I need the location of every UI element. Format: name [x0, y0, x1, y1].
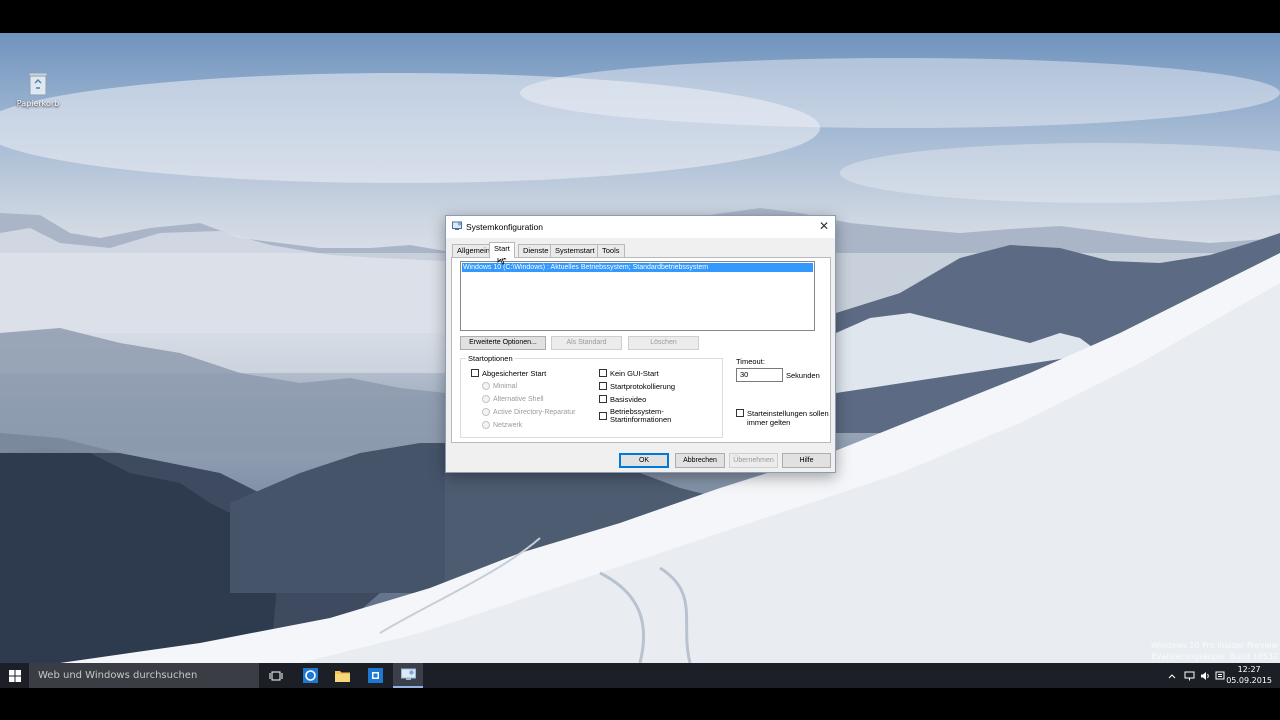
file-explorer-icon [334, 671, 350, 682]
recycle-bin-label: Papierkorb [16, 99, 60, 108]
startoptions-group: Startoptionen Abgesicherter Start Minima… [460, 354, 723, 438]
os-boot-info-label: Betriebssystem- Startinformationen [610, 408, 671, 424]
boot-log-checkbox[interactable]: Startprotokollierung [599, 382, 675, 391]
ok-button[interactable]: OK [619, 453, 669, 468]
tray-chevron[interactable] [1166, 663, 1178, 688]
minimal-label: Minimal [493, 382, 518, 390]
watermark-line2: Evaluierungskopie. Build 10532 [1151, 652, 1278, 661]
no-gui-boot-label: Kein GUI-Start [610, 369, 659, 378]
help-button[interactable]: Hilfe [782, 453, 831, 468]
task-view-icon [269, 671, 283, 680]
taskbar-store[interactable] [362, 663, 388, 688]
make-permanent-label: Starteinstellungen sollen immer gelten [747, 409, 829, 427]
radio-dot[interactable] [482, 382, 490, 390]
checkbox-box[interactable] [736, 409, 744, 417]
radio-dot[interactable] [482, 395, 490, 403]
dialog-body: Allgemein Start Dienste Systemstart Tool… [446, 238, 835, 472]
make-permanent-line2: immer gelten [747, 418, 791, 427]
build-watermark: Windows 10 Pro Insider Preview Evaluieru… [1151, 640, 1278, 662]
tab-dienste[interactable]: Dienste [518, 244, 554, 257]
recycle-bin-shortcut[interactable]: Papierkorb [16, 71, 60, 108]
startoptions-label: Startoptionen [466, 354, 515, 363]
taskbar-file-explorer[interactable] [329, 663, 355, 688]
start-button[interactable] [0, 663, 29, 688]
store-icon [367, 668, 383, 683]
os-list[interactable]: Windows 10 (C:\Windows) : Aktuelles Betr… [460, 261, 815, 331]
make-permanent-checkbox[interactable]: Starteinstellungen sollen immer gelten [736, 409, 829, 427]
os-boot-info-line2: Startinformationen [610, 415, 672, 424]
taskbar-edge[interactable] [297, 663, 323, 688]
set-default-button[interactable]: Als Standard [551, 336, 622, 350]
os-list-item-selected[interactable]: Windows 10 (C:\Windows) : Aktuelles Betr… [462, 263, 813, 272]
start-tab-panel: Windows 10 (C:\Windows) : Aktuelles Betr… [451, 257, 831, 443]
system-configuration-dialog: Systemkonfiguration ✕ Allgemein Start Di… [445, 215, 836, 473]
network-label: Netzwerk [493, 421, 523, 429]
checkbox-box[interactable] [599, 395, 607, 403]
tab-start[interactable]: Start [489, 242, 515, 258]
checkbox-box[interactable] [599, 382, 607, 390]
ad-repair-radio[interactable]: Active Directory-Reparatur [482, 408, 575, 416]
checkbox-box[interactable] [599, 369, 607, 377]
base-video-checkbox[interactable]: Basisvideo [599, 395, 646, 404]
clock-time: 12:27 [1237, 665, 1261, 674]
msconfig-icon [400, 668, 416, 680]
network-icon [1184, 671, 1194, 680]
dialog-titlebar[interactable]: Systemkonfiguration ✕ [446, 216, 835, 238]
taskbar-msconfig-active[interactable] [393, 663, 423, 688]
checkbox-box[interactable] [471, 369, 479, 377]
delete-button[interactable]: Löschen [628, 336, 699, 350]
safe-boot-checkbox[interactable]: Abgesicherter Start [471, 369, 546, 378]
radio-dot[interactable] [482, 421, 490, 429]
close-button[interactable]: ✕ [813, 216, 835, 236]
action-center-icon [1215, 671, 1225, 679]
tab-tools[interactable]: Tools [597, 244, 625, 257]
network-radio[interactable]: Netzwerk [482, 421, 522, 429]
windows-start-icon [8, 669, 21, 682]
clock-date: 05.09.2015 [1226, 676, 1272, 685]
base-video-label: Basisvideo [610, 395, 647, 404]
apply-button[interactable]: Übernehmen [729, 453, 778, 468]
recycle-bin-icon [28, 72, 48, 96]
alternative-shell-radio[interactable]: Alternative Shell [482, 395, 544, 403]
minimal-radio[interactable]: Minimal [482, 382, 517, 390]
screen: Papierkorb Windows 10 Pro Insider Previe… [0, 0, 1280, 720]
timeout-unit-label: Sekunden [786, 371, 820, 380]
chevron-up-icon [1168, 673, 1176, 678]
msconfig-app-icon [452, 221, 462, 230]
tab-systemstart[interactable]: Systemstart [550, 244, 600, 257]
tray-volume[interactable] [1198, 663, 1212, 688]
cancel-button[interactable]: Abbrechen [675, 453, 725, 468]
volume-icon [1200, 671, 1209, 680]
advanced-options-button[interactable]: Erweiterte Optionen... [460, 336, 546, 350]
tray-action-center[interactable] [1213, 663, 1227, 688]
no-gui-boot-checkbox[interactable]: Kein GUI-Start [599, 369, 659, 378]
alternative-shell-label: Alternative Shell [493, 395, 544, 403]
taskbar-search-box[interactable]: Web und Windows durchsuchen [29, 663, 259, 688]
watermark-line1: Windows 10 Pro Insider Preview [1150, 641, 1278, 650]
taskbar-clock[interactable]: 12:27 05.09.2015 [1226, 664, 1272, 686]
edge-icon [302, 668, 318, 683]
safe-boot-label: Abgesicherter Start [482, 369, 547, 378]
os-boot-info-checkbox[interactable]: Betriebssystem- Startinformationen [599, 408, 671, 424]
timeout-input[interactable]: 30 [736, 368, 783, 382]
boot-log-label: Startprotokollierung [610, 382, 676, 391]
radio-dot[interactable] [482, 408, 490, 416]
checkbox-box[interactable] [599, 412, 607, 420]
ad-repair-label: Active Directory-Reparatur [493, 408, 576, 416]
task-view-button[interactable] [263, 663, 289, 688]
make-permanent-line1: Starteinstellungen sollen [747, 409, 829, 418]
tray-network[interactable] [1182, 663, 1196, 688]
dialog-title: Systemkonfiguration [466, 222, 544, 232]
taskbar: Web und Windows durchsuchen 12:27 05.09.… [0, 663, 1280, 688]
timeout-label: Timeout: [736, 357, 765, 366]
